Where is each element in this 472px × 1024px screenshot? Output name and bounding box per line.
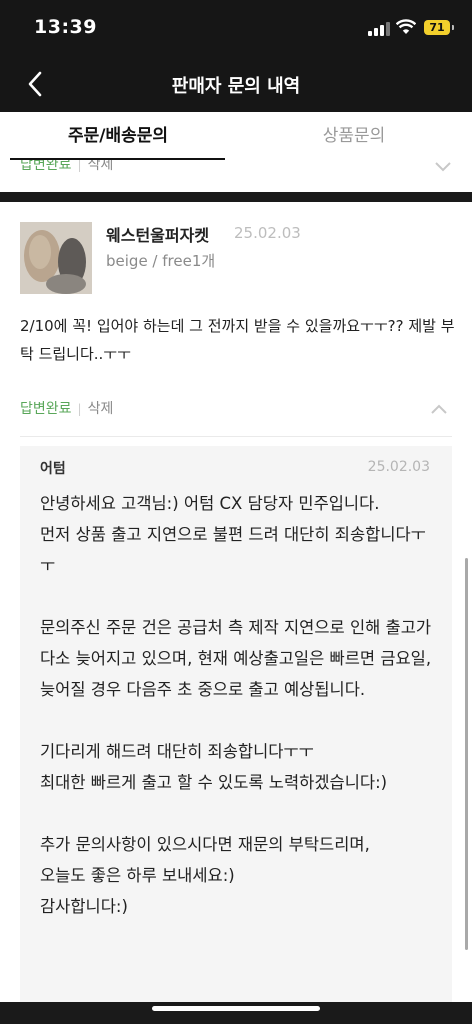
tab-product-inquiry[interactable]: 상품문의 xyxy=(236,112,472,160)
answered-status: 답변완료 xyxy=(20,401,72,417)
answer-box: 어텀 25.02.03 안녕하세요 고객님:) 어텀 CX 담당자 민주입니다.… xyxy=(20,446,452,1002)
battery-icon: 71 xyxy=(424,20,454,35)
status-time: 13:39 xyxy=(34,16,97,38)
answer-date: 25.02.03 xyxy=(367,459,430,475)
previous-inquiry-footer: 답변완료 | 삭제 xyxy=(0,160,472,192)
inquiry-date: 25.02.03 xyxy=(234,224,301,242)
scrollbar[interactable] xyxy=(465,558,468,950)
signal-icon xyxy=(368,22,390,36)
question-text: 2/10에 꼭! 입어야 하는데 그 전까지 받을 수 있을까요ㅜㅜ?? 제발 … xyxy=(20,317,455,363)
status-bar: 13:39 71 xyxy=(0,0,472,56)
chevron-down-icon[interactable] xyxy=(434,160,452,177)
separator: | xyxy=(77,402,82,416)
answer-author: 어텀 xyxy=(40,461,66,477)
product-name[interactable]: 웨스턴울퍼자켓 xyxy=(106,222,209,246)
product-option: beige / free1개 xyxy=(106,252,216,270)
answer-text: 안녕하세요 고객님:) 어텀 CX 담당자 민주입니다. 먼저 상품 출고 지연… xyxy=(40,494,432,916)
product-thumbnail[interactable] xyxy=(20,222,92,294)
page-title: 판매자 문의 내역 xyxy=(171,76,301,97)
wifi-icon xyxy=(395,19,417,39)
home-indicator[interactable] xyxy=(152,1006,320,1011)
app-header: 판매자 문의 내역 xyxy=(0,56,472,112)
inquiry-status-row: 답변완료 | 삭제 xyxy=(20,398,113,418)
divider xyxy=(20,436,452,437)
delete-button[interactable]: 삭제 xyxy=(88,160,114,173)
tab-bar: 주문/배송문의 상품문의 xyxy=(0,112,472,161)
chevron-up-icon[interactable] xyxy=(430,400,448,419)
answered-status: 답변완료 xyxy=(20,160,72,173)
section-divider xyxy=(0,192,472,202)
separator: | xyxy=(77,160,82,172)
delete-button[interactable]: 삭제 xyxy=(88,401,114,417)
tab-order-shipping[interactable]: 주문/배송문의 xyxy=(0,112,236,160)
inquiry-card: 웨스턴울퍼자켓 25.02.03 beige / free1개 2/10에 꼭!… xyxy=(0,202,472,1002)
